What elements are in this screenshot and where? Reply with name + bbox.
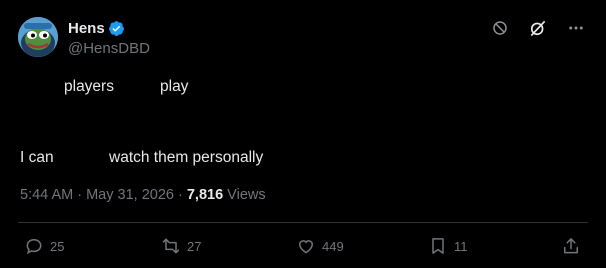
- like-count: 449: [322, 238, 344, 254]
- retweet-count: 27: [187, 238, 202, 254]
- share-button[interactable]: [561, 235, 581, 257]
- pepe-avatar-icon: [18, 17, 58, 57]
- grok-icon[interactable]: [528, 18, 548, 38]
- meta-separator: ·: [73, 187, 87, 203]
- display-name[interactable]: Hens: [68, 20, 105, 37]
- heart-icon: [296, 236, 316, 256]
- bookmark-icon: [428, 236, 448, 256]
- verified-badge-icon: [108, 20, 125, 37]
- bookmark-button[interactable]: 11: [428, 235, 468, 257]
- tweet-time[interactable]: 5:44 AM: [20, 187, 73, 203]
- views-label: Views: [223, 187, 266, 203]
- tweet-word: players: [64, 78, 114, 95]
- avatar[interactable]: [18, 17, 58, 57]
- meta-separator: ·: [173, 187, 187, 203]
- reply-button[interactable]: 25: [24, 235, 64, 257]
- bookmark-count: 11: [454, 238, 468, 254]
- block-icon[interactable]: [490, 18, 510, 38]
- reply-count: 25: [50, 238, 65, 254]
- tweet-meta: 5:44 AM · May 31, 2026 · 7,816 Views: [20, 187, 266, 203]
- tweet: Hens @HensDBD players play I can watch t…: [0, 0, 606, 268]
- retweet-button[interactable]: 27: [161, 235, 201, 257]
- header-actions: [490, 18, 586, 38]
- views-count: 7,816: [186, 187, 224, 203]
- share-icon: [561, 236, 581, 256]
- tweet-word: play: [160, 78, 189, 95]
- handle[interactable]: @HensDBD: [68, 40, 150, 57]
- retweet-icon: [161, 236, 181, 256]
- more-icon[interactable]: [566, 18, 586, 38]
- reply-icon: [24, 236, 44, 256]
- tweet-word: I can: [20, 149, 54, 166]
- tweet-text-line-1: players play: [0, 78, 606, 98]
- divider: [18, 222, 588, 223]
- author-name-row: Hens: [68, 18, 125, 38]
- tweet-text-line-2: I can watch them personally: [0, 149, 606, 169]
- like-button[interactable]: 449: [296, 235, 344, 257]
- tweet-date[interactable]: May 31, 2026: [86, 187, 174, 203]
- tweet-word: watch them personally: [109, 149, 264, 166]
